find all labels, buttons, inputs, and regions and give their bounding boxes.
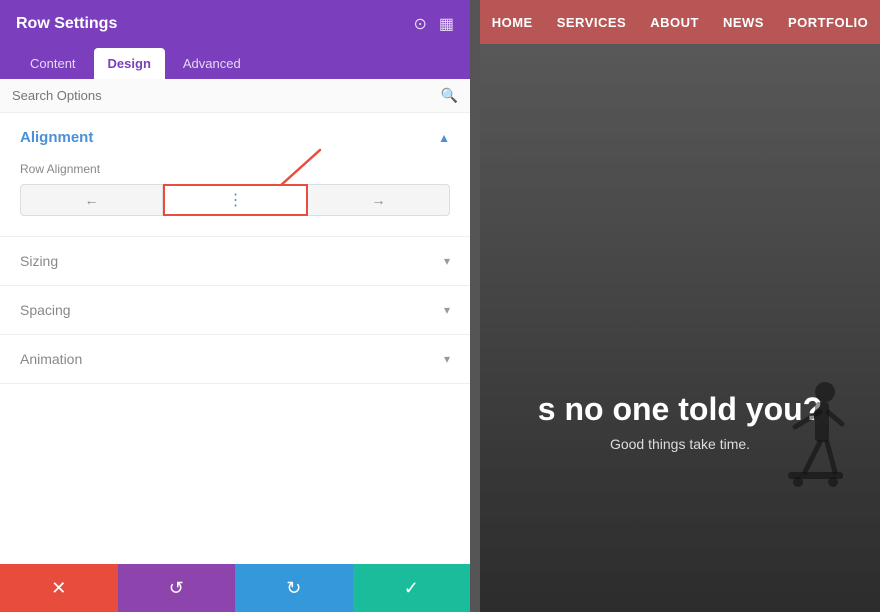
spacing-chevron-icon: ▾ [444, 303, 450, 317]
align-center-button[interactable]: ⋮ [163, 184, 308, 216]
row-settings-panel: Row Settings ⊙ ▦ Content Design Advanced… [0, 0, 470, 612]
search-input[interactable] [12, 88, 441, 103]
sizing-chevron-icon: ▾ [444, 254, 450, 268]
search-bar: 🔍 [0, 79, 470, 113]
alignment-section-content: Row Alignment ← ⋮ → [0, 162, 470, 236]
redo-icon: ↻ [286, 578, 301, 599]
alignment-options: ← ⋮ → [20, 184, 450, 216]
redo-button[interactable]: ↻ [235, 564, 353, 612]
align-right-icon: → [372, 192, 386, 208]
spacing-section: Spacing ▾ [0, 286, 470, 335]
tab-content[interactable]: Content [16, 48, 90, 79]
settings-tabs: Content Design Advanced [0, 48, 470, 79]
alignment-chevron-icon: ▲ [438, 131, 450, 145]
align-center-icon: ⋮ [228, 190, 244, 210]
alignment-section: Alignment ▲ Row Alignment ← ⋮ → [0, 113, 470, 237]
spacing-section-header[interactable]: Spacing ▾ [0, 286, 470, 334]
spacing-section-title: Spacing [20, 302, 71, 318]
panel-footer: ✕ ↺ ↻ ✓ [0, 564, 470, 612]
align-left-icon: ← [85, 192, 99, 208]
align-right-button[interactable]: → [308, 184, 450, 216]
panel-title: Row Settings [16, 15, 117, 33]
sizing-section: Sizing ▾ [0, 237, 470, 286]
grid-icon[interactable]: ▦ [439, 14, 454, 34]
nav-news[interactable]: NEWS [723, 15, 764, 30]
undo-icon: ↺ [169, 578, 184, 599]
cancel-button[interactable]: ✕ [0, 564, 118, 612]
nav-bar: HOME SERVICES ABOUT NEWS PORTFOLIO [480, 0, 880, 44]
tab-advanced[interactable]: Advanced [169, 48, 255, 79]
settings-icon[interactable]: ⊙ [413, 14, 426, 34]
animation-section-title: Animation [20, 351, 82, 367]
panel-header-icons: ⊙ ▦ [413, 14, 454, 34]
sizing-section-title: Sizing [20, 253, 58, 269]
search-icon: 🔍 [441, 87, 458, 104]
alignment-section-title: Alignment [20, 129, 93, 146]
save-button[interactable]: ✓ [353, 564, 471, 612]
tab-design[interactable]: Design [94, 48, 165, 79]
nav-services[interactable]: SERVICES [557, 15, 627, 30]
nav-home[interactable]: HOME [492, 15, 533, 30]
skater-silhouette [770, 372, 850, 532]
cancel-icon: ✕ [51, 578, 66, 599]
save-icon: ✓ [404, 578, 419, 599]
nav-portfolio[interactable]: PORTFOLIO [788, 15, 868, 30]
animation-section-header[interactable]: Animation ▾ [0, 335, 470, 383]
hero-section: s no one told you? Good things take time… [480, 44, 880, 612]
panel-header: Row Settings ⊙ ▦ [0, 0, 470, 48]
row-alignment-label: Row Alignment [20, 162, 450, 176]
nav-about[interactable]: ABOUT [650, 15, 699, 30]
sizing-section-header[interactable]: Sizing ▾ [0, 237, 470, 285]
alignment-section-header[interactable]: Alignment ▲ [0, 113, 470, 162]
align-left-button[interactable]: ← [20, 184, 163, 216]
animation-section: Animation ▾ [0, 335, 470, 384]
animation-chevron-icon: ▾ [444, 352, 450, 366]
undo-button[interactable]: ↺ [118, 564, 236, 612]
panel-body: Alignment ▲ Row Alignment ← ⋮ → [0, 113, 470, 564]
